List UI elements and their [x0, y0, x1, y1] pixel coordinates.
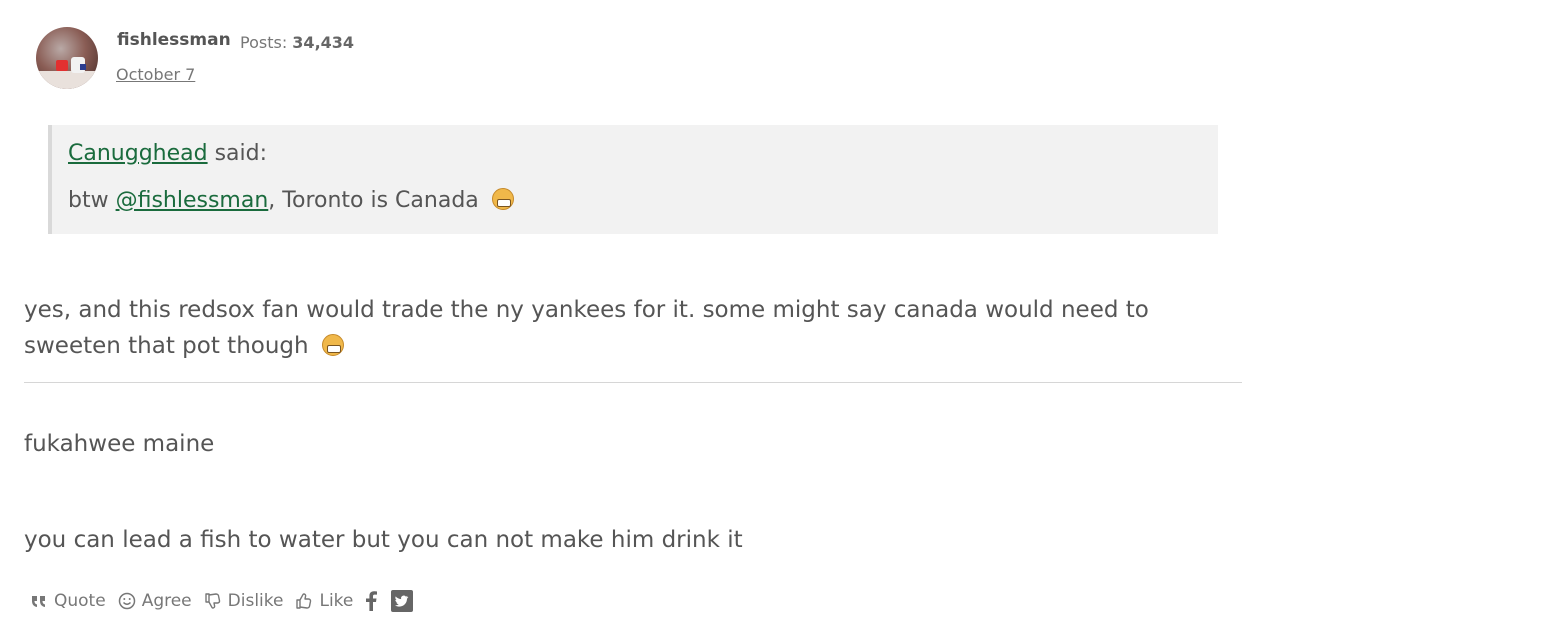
posts-count: Posts: 34,434 [240, 33, 354, 52]
quote-author-link[interactable]: Canugghead [68, 141, 208, 166]
agree-button[interactable]: Agree [118, 591, 192, 611]
posts-value: 34,434 [292, 33, 355, 52]
signature-divider [24, 382, 1242, 383]
post-date[interactable]: October 7 [116, 65, 195, 84]
signature-line-1: fukahwee maine [24, 431, 215, 457]
quote-said: said: [214, 141, 268, 166]
signature-line-2: you can lead a fish to water but you can… [24, 527, 743, 553]
smile-icon [118, 592, 136, 610]
quote-label: Quote [54, 591, 106, 611]
post-actions: Quote Agree Dislike Like [30, 590, 427, 612]
quote-body: btw @fishlessman, Toronto is Canada [68, 188, 514, 213]
avatar[interactable] [36, 27, 98, 89]
grimacing-emoji-icon [491, 188, 514, 210]
thumbs-up-icon [295, 592, 313, 610]
reply-body: yes, and this redsox fan would trade the… [24, 297, 1149, 359]
grimacing-emoji-icon [321, 334, 344, 356]
quote-button[interactable]: Quote [30, 591, 106, 611]
agree-label: Agree [141, 591, 192, 611]
like-label: Like [319, 591, 354, 611]
quote-rest: , Toronto is Canada [268, 188, 479, 213]
mention-link[interactable]: @fishlessman [116, 188, 269, 213]
quote-block: Canugghead said: btw @fishlessman, Toron… [48, 125, 1218, 234]
quote-header: Canugghead said: [68, 141, 267, 166]
dislike-button[interactable]: Dislike [204, 591, 284, 611]
reply-text: yes, and this redsox fan would trade the… [24, 292, 1224, 364]
thumbs-down-icon [204, 592, 222, 610]
like-button[interactable]: Like [295, 591, 353, 611]
quote-prefix: btw [68, 188, 109, 213]
username[interactable]: fishlessman [117, 30, 231, 50]
twitter-icon[interactable] [391, 590, 414, 612]
posts-label: Posts: [240, 33, 288, 52]
quote-icon [30, 592, 48, 610]
facebook-icon[interactable] [365, 591, 378, 611]
dislike-label: Dislike [227, 591, 284, 611]
